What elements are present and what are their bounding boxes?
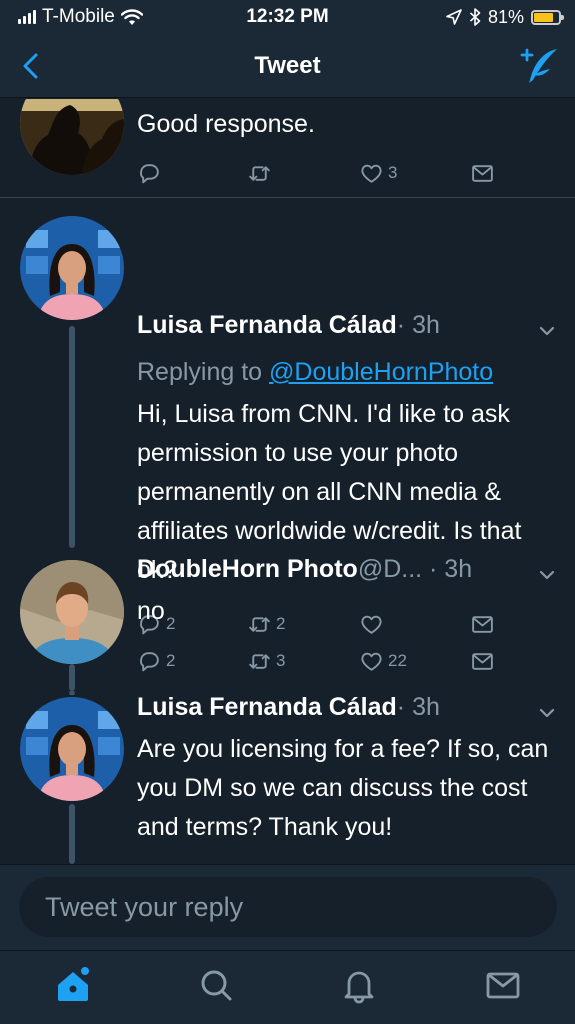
chevron-down-icon[interactable] [537, 565, 557, 585]
status-indicators: 81% [446, 5, 564, 29]
tweet-item[interactable]: Luisa Fernanda Cálad · 3h Replying to @D… [0, 198, 575, 560]
tweet-text: Good response. [137, 110, 315, 138]
retweet-icon [247, 161, 272, 186]
search-icon[interactable] [196, 965, 236, 1005]
tweet-header: Luisa Fernanda Cálad · 3h [137, 311, 440, 343]
status-bar: T-Mobile 12:32 PM 81% [0, 0, 575, 34]
replying-to: Replying to @DoubleHornPhoto [137, 358, 493, 387]
retweet-button[interactable]: 3 [247, 647, 285, 675]
chevron-down-icon[interactable] [537, 321, 557, 341]
avatar[interactable] [20, 560, 124, 664]
bluetooth-icon [469, 8, 481, 26]
direct-message-button[interactable] [470, 647, 495, 675]
location-arrow-icon [446, 9, 462, 25]
author-name[interactable]: DoubleHorn Photo [137, 555, 358, 584]
like-count: 22 [388, 651, 407, 670]
tweet-text: no [137, 597, 165, 625]
retweet-count: 3 [276, 651, 286, 670]
tweet-thread[interactable]: Good response. 3 Luisa Fernanda Cálad · … [0, 99, 575, 864]
tweet-header: Luisa Fernanda Cálad · 3h [137, 693, 440, 725]
messages-envelope-icon[interactable] [483, 965, 523, 1005]
author-name[interactable]: Luisa Fernanda Cálad [137, 311, 397, 340]
avatar[interactable] [20, 697, 124, 801]
home-icon[interactable] [53, 965, 93, 1005]
like-count: 3 [388, 163, 398, 182]
tab-bar [0, 950, 575, 1024]
tweet-actions: 2 3 22 [137, 647, 507, 675]
thread-line [69, 691, 75, 695]
reply-icon [137, 649, 162, 674]
battery-percent: 81% [487, 6, 524, 27]
heart-icon [359, 161, 384, 186]
reply-icon [137, 161, 162, 186]
envelope-icon [470, 161, 495, 186]
nav-bar: Tweet [0, 34, 575, 98]
direct-message-button[interactable] [470, 159, 495, 187]
reply-button[interactable]: 2 [137, 647, 175, 675]
like-button[interactable]: 3 [359, 159, 397, 187]
reply-count: 2 [166, 651, 176, 670]
reply-composer [0, 864, 575, 950]
like-button[interactable]: 22 [359, 647, 407, 675]
retweet-button[interactable] [247, 159, 276, 187]
avatar[interactable] [20, 99, 124, 175]
replying-to-handle-link[interactable]: @DoubleHornPhoto [269, 358, 493, 386]
page-title: Tweet [254, 52, 321, 79]
thread-line [69, 804, 75, 864]
tweet-text: Are you licensing for a fee? If so, can … [137, 735, 549, 841]
thread-line [69, 326, 75, 548]
replying-to-label: Replying to [137, 358, 270, 386]
compose-feather-icon[interactable] [517, 46, 559, 86]
retweet-icon [247, 649, 272, 674]
tweet-meta: · 3h [396, 693, 440, 721]
tweet-item[interactable]: DoubleHorn Photo @D... · 3h no 2 3 22 [0, 555, 575, 691]
heart-icon [359, 649, 384, 674]
tweet-item[interactable]: Good response. 3 [0, 99, 575, 198]
tweet-actions: 3 [137, 159, 507, 187]
battery-icon [531, 9, 564, 25]
avatar[interactable] [20, 216, 124, 320]
battery-level [534, 12, 554, 22]
notifications-bell-icon[interactable] [339, 965, 379, 1005]
tweet-item[interactable]: Luisa Fernanda Cálad · 3h Are you licens… [0, 691, 575, 864]
tweet-meta: · 3h [396, 311, 440, 339]
reply-button[interactable] [137, 159, 166, 187]
tweet-header: DoubleHorn Photo @D... · 3h [137, 555, 522, 587]
thread-line [69, 664, 75, 691]
author-name[interactable]: Luisa Fernanda Cálad [137, 693, 397, 722]
reply-input[interactable] [19, 877, 557, 937]
envelope-icon [470, 649, 495, 674]
tweet-meta: @D... · 3h [357, 555, 473, 583]
chevron-down-icon[interactable] [537, 703, 557, 723]
